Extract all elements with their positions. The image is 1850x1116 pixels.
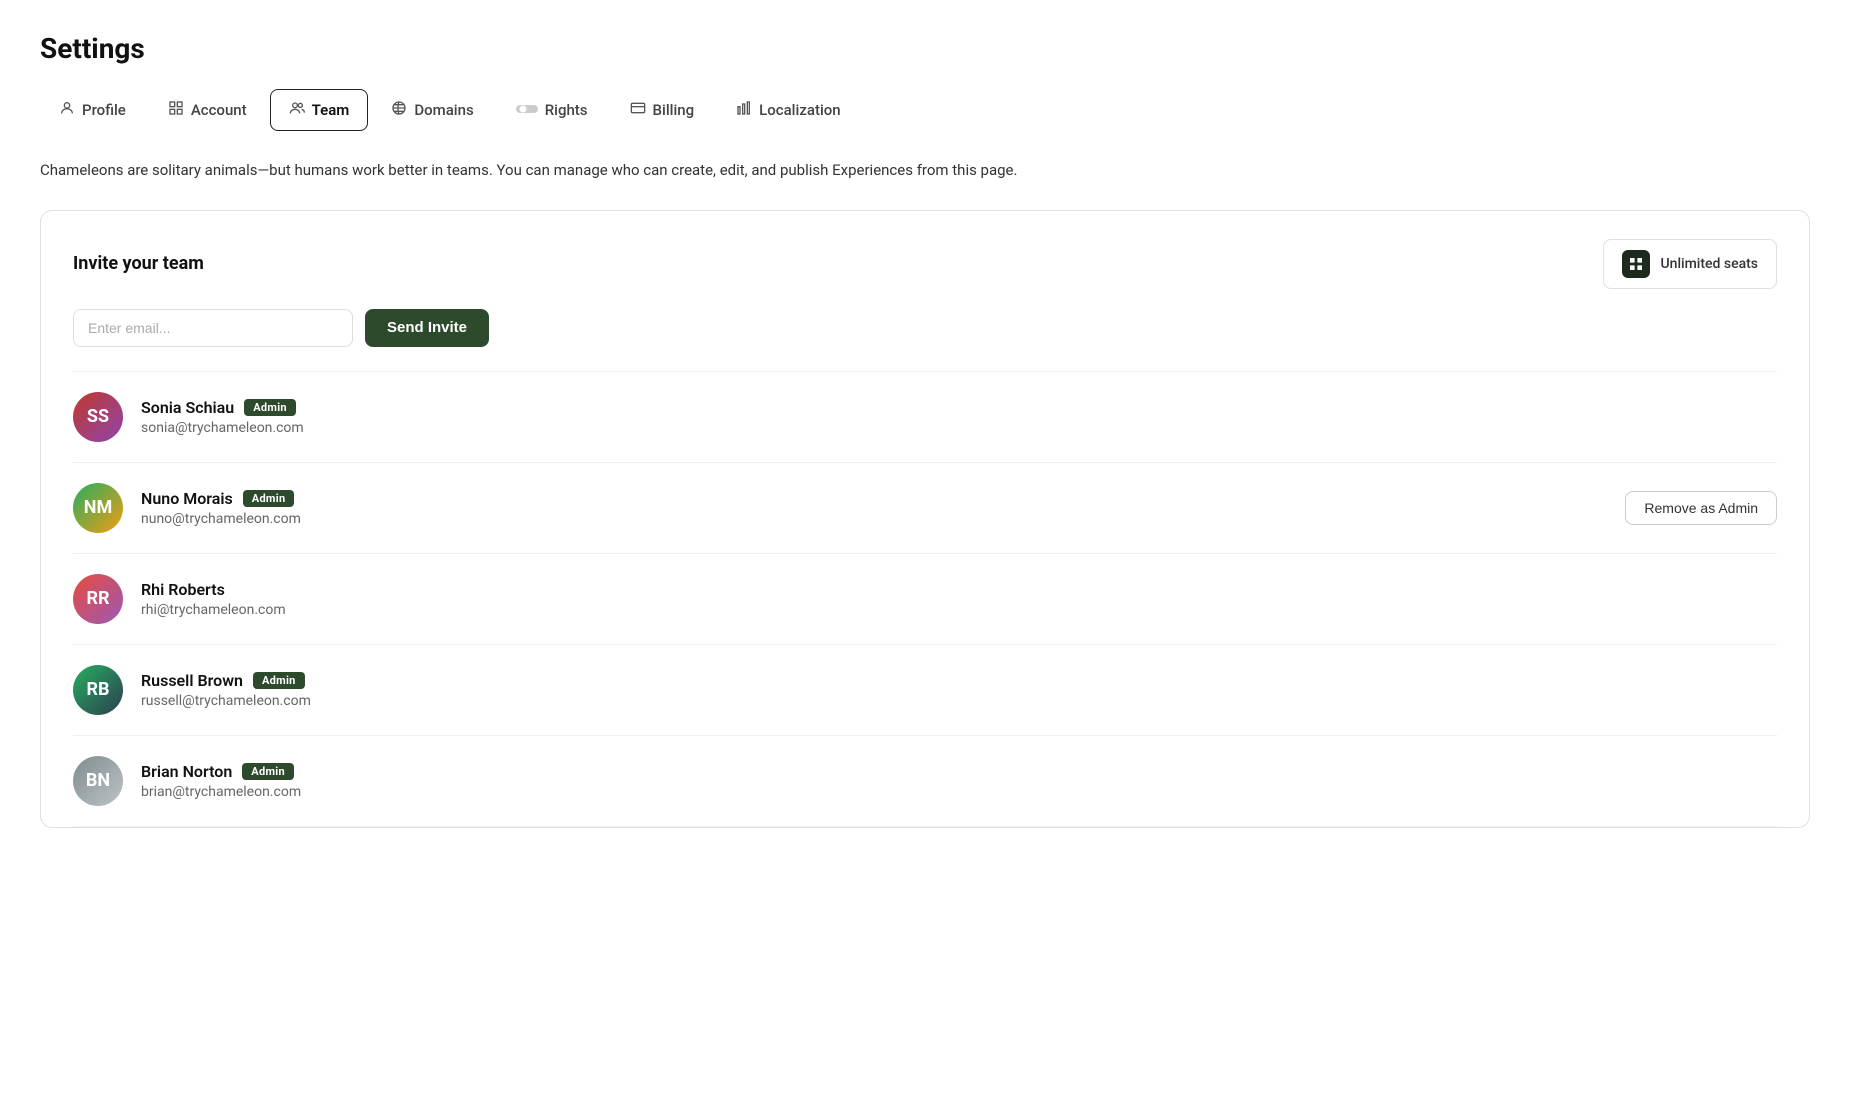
member-name: Brian Norton — [141, 762, 232, 781]
invite-form: Send Invite — [73, 309, 1777, 347]
member-name-row: Nuno Morais Admin — [141, 489, 1625, 508]
admin-badge: Admin — [244, 399, 296, 416]
tab-team[interactable]: Team — [270, 89, 369, 131]
member-email: brian@trychameleon.com — [141, 784, 1777, 800]
page-description: Chameleons are solitary animals—but huma… — [40, 159, 1810, 182]
seats-icon — [1622, 250, 1650, 278]
member-email: nuno@trychameleon.com — [141, 511, 1625, 527]
tab-localization-label: Localization — [759, 101, 840, 119]
unlimited-seats-label: Unlimited seats — [1660, 256, 1758, 272]
member-name-row: Brian Norton Admin — [141, 762, 1777, 781]
member-row: NM Nuno Morais Admin nuno@trychameleon.c… — [73, 463, 1777, 554]
member-row: SS Sonia Schiau Admin sonia@trychameleon… — [73, 372, 1777, 463]
unlimited-seats-badge: Unlimited seats — [1603, 239, 1777, 289]
tab-billing-label: Billing — [653, 101, 695, 119]
member-info: Russell Brown Admin russell@trychameleon… — [141, 671, 1777, 709]
tab-domains-label: Domains — [414, 101, 473, 119]
invite-title: Invite your team — [73, 253, 204, 274]
nav-tabs: Profile Account Team Domains Rights Bill… — [40, 89, 1810, 131]
globe-icon — [391, 100, 407, 120]
member-row: BN Brian Norton Admin brian@trychameleon… — [73, 736, 1777, 827]
member-name: Rhi Roberts — [141, 580, 225, 599]
avatar: BN — [73, 756, 123, 806]
member-name: Russell Brown — [141, 671, 243, 690]
member-name-row: Sonia Schiau Admin — [141, 398, 1777, 417]
member-row: RR Rhi Roberts rhi@trychameleon.com — [73, 554, 1777, 645]
member-info: Nuno Morais Admin nuno@trychameleon.com — [141, 489, 1625, 527]
member-email: sonia@trychameleon.com — [141, 420, 1777, 436]
email-input[interactable] — [73, 309, 353, 347]
member-info: Brian Norton Admin brian@trychameleon.co… — [141, 762, 1777, 800]
tab-profile-label: Profile — [82, 101, 126, 119]
member-info: Sonia Schiau Admin sonia@trychameleon.co… — [141, 398, 1777, 436]
invite-header: Invite your team Unlimited seats — [73, 239, 1777, 289]
person-icon — [59, 100, 75, 120]
member-name-row: Rhi Roberts — [141, 580, 1777, 599]
tab-billing[interactable]: Billing — [611, 89, 714, 131]
admin-badge: Admin — [242, 763, 294, 780]
tab-profile[interactable]: Profile — [40, 89, 145, 131]
remove-admin-button[interactable]: Remove as Admin — [1625, 491, 1777, 525]
member-row: RB Russell Brown Admin russell@trychamel… — [73, 645, 1777, 736]
people-icon — [289, 100, 305, 120]
tab-account[interactable]: Account — [149, 89, 266, 131]
admin-badge: Admin — [253, 672, 305, 689]
card-icon — [630, 100, 646, 120]
tab-account-label: Account — [191, 101, 247, 119]
tab-team-label: Team — [312, 101, 350, 119]
send-invite-button[interactable]: Send Invite — [365, 309, 489, 347]
grid-icon — [168, 100, 184, 120]
member-name: Sonia Schiau — [141, 398, 234, 417]
invite-card: Invite your team Unlimited seats Send In… — [40, 210, 1810, 828]
tab-rights[interactable]: Rights — [497, 89, 607, 131]
avatar: SS — [73, 392, 123, 442]
tab-localization[interactable]: Localization — [717, 89, 859, 131]
admin-badge: Admin — [243, 490, 295, 507]
tab-rights-label: Rights — [545, 101, 588, 119]
avatar: RB — [73, 665, 123, 715]
member-email: rhi@trychameleon.com — [141, 602, 1777, 618]
toggle-icon — [516, 101, 538, 120]
member-list: SS Sonia Schiau Admin sonia@trychameleon… — [73, 371, 1777, 827]
avatar: RR — [73, 574, 123, 624]
member-name: Nuno Morais — [141, 489, 233, 508]
member-name-row: Russell Brown Admin — [141, 671, 1777, 690]
bar-chart-icon — [736, 100, 752, 120]
page-title: Settings — [40, 32, 1810, 65]
member-email: russell@trychameleon.com — [141, 693, 1777, 709]
avatar: NM — [73, 483, 123, 533]
member-info: Rhi Roberts rhi@trychameleon.com — [141, 580, 1777, 618]
tab-domains[interactable]: Domains — [372, 89, 492, 131]
